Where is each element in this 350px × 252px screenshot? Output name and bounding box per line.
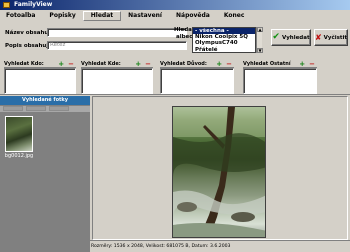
search-button-label: Vyhledat [281, 34, 310, 41]
menu-bar: Fotoalba Popisky Hledat Nastavení Nápově… [0, 11, 350, 21]
filter-reason-list[interactable] [160, 68, 234, 94]
section-divider [0, 94, 350, 95]
filter-where-title: Vyhledat Kde: [81, 61, 121, 67]
photo-preview-area [92, 96, 348, 240]
remove-other-icon[interactable]: − [309, 60, 315, 68]
album-option[interactable]: Přátelé [193, 47, 255, 52]
filter-where-list[interactable] [81, 68, 153, 94]
toolbar-slot[interactable] [3, 106, 23, 111]
results-toolbar [0, 106, 90, 112]
app-icon [3, 2, 10, 8]
filter-who-list[interactable] [4, 68, 76, 94]
albums-listbox[interactable]: - všechna - Nikon Coolpix 5Q OlympusC740… [192, 27, 256, 53]
remove-who-icon[interactable]: − [68, 60, 74, 68]
menu-hledat[interactable]: Hledat [82, 11, 122, 21]
results-list[interactable]: bg0012.jpg [0, 113, 90, 252]
scroll-up-icon[interactable]: ▲ [257, 27, 263, 32]
filter-who-header: Vyhledat Kdo: + − [4, 61, 76, 68]
add-other-icon[interactable]: + [299, 60, 305, 68]
status-bar: Rozměry: 1536 x 2048, Velikost: 681075 B… [88, 240, 350, 252]
scroll-down-icon[interactable]: ▼ [257, 48, 263, 53]
thumbnail-image[interactable] [5, 116, 33, 152]
filter-other-title: Vyhledat Ostatní [243, 61, 291, 67]
menu-konec[interactable]: Konec [217, 11, 252, 21]
forest-photo-graphic [173, 107, 265, 237]
cross-icon: ✘ [314, 32, 322, 42]
filter-reason-title: Vyhledat Důvod: [160, 61, 207, 67]
albums-scrollbar[interactable]: ▲ ▼ [256, 27, 263, 53]
toolbar-slot[interactable] [49, 106, 69, 111]
filter-where-header: Vyhledat Kde: + − [81, 61, 153, 68]
description-contains-input[interactable]: Retez [47, 41, 187, 50]
filter-reason-header: Vyhledat Důvod: + − [160, 61, 234, 68]
remove-reason-icon[interactable]: − [226, 60, 232, 68]
result-thumbnail[interactable]: bg0012.jpg [4, 116, 34, 159]
filter-other-list[interactable] [243, 68, 317, 94]
title-bar: FamilyView [0, 0, 350, 10]
menu-fotoalba[interactable]: Fotoalba [0, 11, 42, 21]
app-window: FamilyView Fotoalba Popisky Hledat Nasta… [0, 0, 350, 252]
window-title: FamilyView [14, 1, 53, 8]
thumbnail-filename: bg0012.jpg [4, 153, 34, 159]
remove-where-icon[interactable]: − [145, 60, 151, 68]
add-reason-icon[interactable]: + [216, 60, 222, 68]
photo-preview[interactable] [172, 106, 266, 238]
toolbar-slot[interactable] [26, 106, 46, 111]
name-contains-input[interactable] [47, 28, 187, 37]
clear-button[interactable]: ✘ Vyčistit [314, 29, 348, 46]
results-title: Vyhledané fotky [0, 96, 90, 105]
filter-other-header: Vyhledat Ostatní + − [243, 61, 317, 68]
clear-button-label: Vyčistit [323, 34, 348, 41]
add-who-icon[interactable]: + [58, 60, 64, 68]
filter-who-title: Vyhledat Kdo: [4, 61, 44, 67]
menu-popisky[interactable]: Popisky [42, 11, 82, 21]
check-icon: ✔ [272, 32, 280, 42]
results-panel: Vyhledané fotky bg0012.jpg [0, 96, 90, 252]
add-where-icon[interactable]: + [135, 60, 141, 68]
menu-nastaveni[interactable]: Nastavení [121, 11, 169, 21]
search-button[interactable]: ✔ Vyhledat [271, 29, 311, 46]
menu-napoveda[interactable]: Nápověda [169, 11, 217, 21]
